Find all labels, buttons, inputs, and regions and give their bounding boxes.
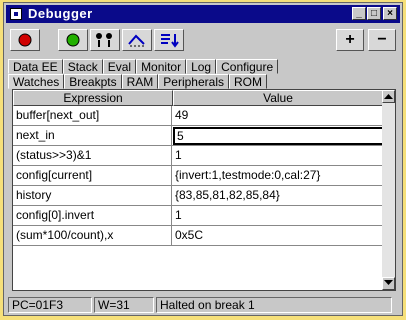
- title-bar[interactable]: Debugger _ □ ×: [6, 5, 400, 23]
- tab-breakpoints[interactable]: Breakpts: [64, 74, 122, 89]
- expression-cell[interactable]: config[current]: [13, 166, 172, 185]
- go-button[interactable]: [58, 29, 88, 51]
- tab-log[interactable]: Log: [186, 59, 217, 74]
- expression-cell[interactable]: config[0].invert: [13, 206, 172, 225]
- step-out-button[interactable]: [154, 29, 184, 51]
- expression-cell[interactable]: buffer[next_out]: [13, 106, 172, 125]
- tab-eval[interactable]: Eval: [102, 59, 137, 74]
- add-watch-button[interactable]: +: [336, 29, 364, 51]
- step-icon: [96, 33, 112, 47]
- tab-row-2: Watches Breakpts RAM Peripherals ROM: [8, 74, 267, 89]
- scroll-down-button[interactable]: [382, 277, 395, 290]
- table-row[interactable]: (sum*100/count),x 0x5C: [13, 226, 383, 246]
- table-row[interactable]: history {83,85,81,82,85,84}: [13, 186, 383, 206]
- value-cell[interactable]: {invert:1,testmode:0,cal:27}: [172, 166, 383, 185]
- scroll-down-icon: [384, 280, 393, 285]
- value-edit-field[interactable]: 5: [173, 127, 385, 145]
- table-row[interactable]: config[0].invert 1: [13, 206, 383, 226]
- scroll-up-icon: [384, 94, 393, 99]
- status-pc: PC=01F3: [8, 297, 92, 313]
- toolbar: + −: [6, 25, 400, 55]
- expression-cell[interactable]: (sum*100/count),x: [13, 226, 172, 245]
- close-button[interactable]: ×: [383, 7, 397, 20]
- column-header-value[interactable]: Value: [173, 90, 383, 106]
- step-over-button[interactable]: [122, 29, 152, 51]
- column-header-expression[interactable]: Expression: [13, 90, 173, 106]
- value-cell[interactable]: 1: [172, 146, 383, 165]
- minimize-button[interactable]: _: [352, 7, 366, 20]
- table-row[interactable]: (status>>3)&1 1: [13, 146, 383, 166]
- scroll-up-button[interactable]: [382, 90, 395, 103]
- step-over-icon: [128, 34, 145, 47]
- status-bar: PC=01F3 W=31 Halted on break 1: [8, 297, 394, 313]
- expression-cell[interactable]: (status>>3)&1: [13, 146, 172, 165]
- tab-peripherals[interactable]: Peripherals: [158, 74, 229, 89]
- tab-monitor[interactable]: Monitor: [136, 59, 187, 74]
- table-row[interactable]: buffer[next_out] 49: [13, 106, 383, 126]
- maximize-button[interactable]: □: [367, 7, 381, 20]
- value-cell[interactable]: 0x5C: [172, 226, 383, 245]
- app-icon[interactable]: [10, 8, 22, 20]
- tab-row-1: Data EE Stack Eval Monitor Log Configure: [8, 59, 279, 74]
- tab-data-ee[interactable]: Data EE: [8, 59, 63, 74]
- remove-watch-button[interactable]: −: [368, 29, 396, 51]
- vertical-scrollbar[interactable]: [382, 90, 395, 290]
- tab-configure[interactable]: Configure: [216, 59, 279, 74]
- tab-rom[interactable]: ROM: [228, 74, 267, 89]
- expression-cell[interactable]: next_in: [13, 126, 172, 145]
- table-row[interactable]: next_in 5: [13, 126, 385, 146]
- step-button[interactable]: [90, 29, 120, 51]
- status-message: Halted on break 1: [156, 297, 392, 313]
- expression-cell[interactable]: history: [13, 186, 172, 205]
- go-icon: [66, 33, 80, 47]
- value-cell[interactable]: 1: [172, 206, 383, 225]
- value-cell[interactable]: {83,85,81,82,85,84}: [172, 186, 383, 205]
- stop-button[interactable]: [10, 29, 40, 51]
- watch-table: Expression Value buffer[next_out] 49 nex…: [12, 89, 396, 291]
- window-title: Debugger: [28, 6, 93, 21]
- value-cell[interactable]: 49: [172, 106, 383, 125]
- tab-stack[interactable]: Stack: [62, 59, 103, 74]
- status-w: W=31: [94, 297, 154, 313]
- debugger-window: Debugger _ □ × + − Data EE Stack Eval Mo…: [3, 2, 403, 316]
- stop-record-icon: [18, 33, 32, 47]
- tab-watches[interactable]: Watches: [8, 74, 65, 89]
- tab-ram[interactable]: RAM: [121, 74, 159, 89]
- step-out-icon: [161, 34, 179, 48]
- table-row[interactable]: config[current] {invert:1,testmode:0,cal…: [13, 166, 383, 186]
